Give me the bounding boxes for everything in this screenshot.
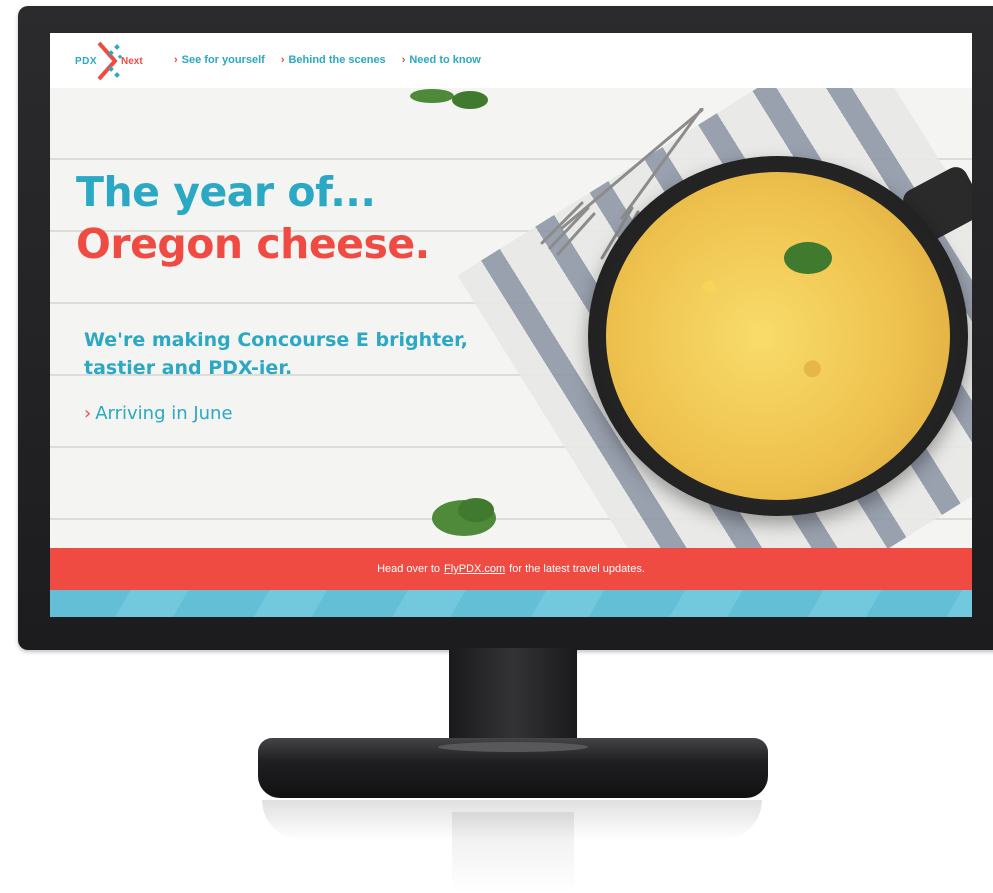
nav-label: Need to know [409, 54, 481, 66]
chevron-right-icon: › [401, 54, 406, 66]
banner-text-after: for the latest travel updates. [509, 563, 645, 575]
pdx-next-logo[interactable]: PDX Next [75, 41, 145, 81]
nav-label: See for yourself [181, 54, 265, 66]
nav-need-to-know[interactable]: › Need to know [402, 54, 481, 66]
chevron-right-icon: › [280, 54, 285, 66]
chevron-right-icon: › [84, 403, 92, 424]
hero-headline: The year of... Oregon cheese. [76, 166, 430, 270]
logo-next-text: Next [121, 56, 143, 67]
nav-see-for-yourself[interactable]: › See for yourself [174, 54, 265, 66]
travel-updates-banner: Head over to FlyPDX.com for the latest t… [50, 548, 972, 590]
banner-text-before: Head over to [377, 563, 441, 575]
chevron-right-icon: › [174, 54, 178, 66]
nav-links: › See for yourself › Behind the scenes › Ne… [174, 54, 481, 66]
hero-section: The year of... Oregon cheese. We're maki… [50, 88, 972, 548]
parsley-icon [410, 89, 488, 109]
hero-subhead: We're making Concourse E brighter, tasti… [84, 329, 468, 379]
parsley-icon [784, 242, 832, 274]
monitor-base-highlight [438, 742, 588, 752]
headline-line-2: Oregon cheese. [76, 220, 430, 268]
footer-stripe [50, 590, 972, 617]
logo-pdx-text: PDX [75, 56, 98, 67]
parsley-icon [432, 498, 496, 536]
monitor-base [258, 738, 768, 798]
nav-label: Behind the scenes [288, 54, 386, 66]
arriving-link[interactable]: › Arriving in June [84, 403, 233, 424]
neck-reflection [452, 812, 574, 893]
flypdx-link[interactable]: FlyPDX.com [444, 563, 505, 575]
headline-line-1: The year of... [76, 168, 376, 216]
nav-behind-the-scenes[interactable]: › Behind the scenes [281, 54, 386, 66]
arriving-label: Arriving in June [95, 403, 233, 424]
mac-and-cheese-image [606, 172, 950, 500]
screen: PDX Next › See for yourself › Behind the s… [50, 33, 972, 617]
top-navigation: PDX Next › See for yourself › Behind the s… [50, 33, 972, 88]
